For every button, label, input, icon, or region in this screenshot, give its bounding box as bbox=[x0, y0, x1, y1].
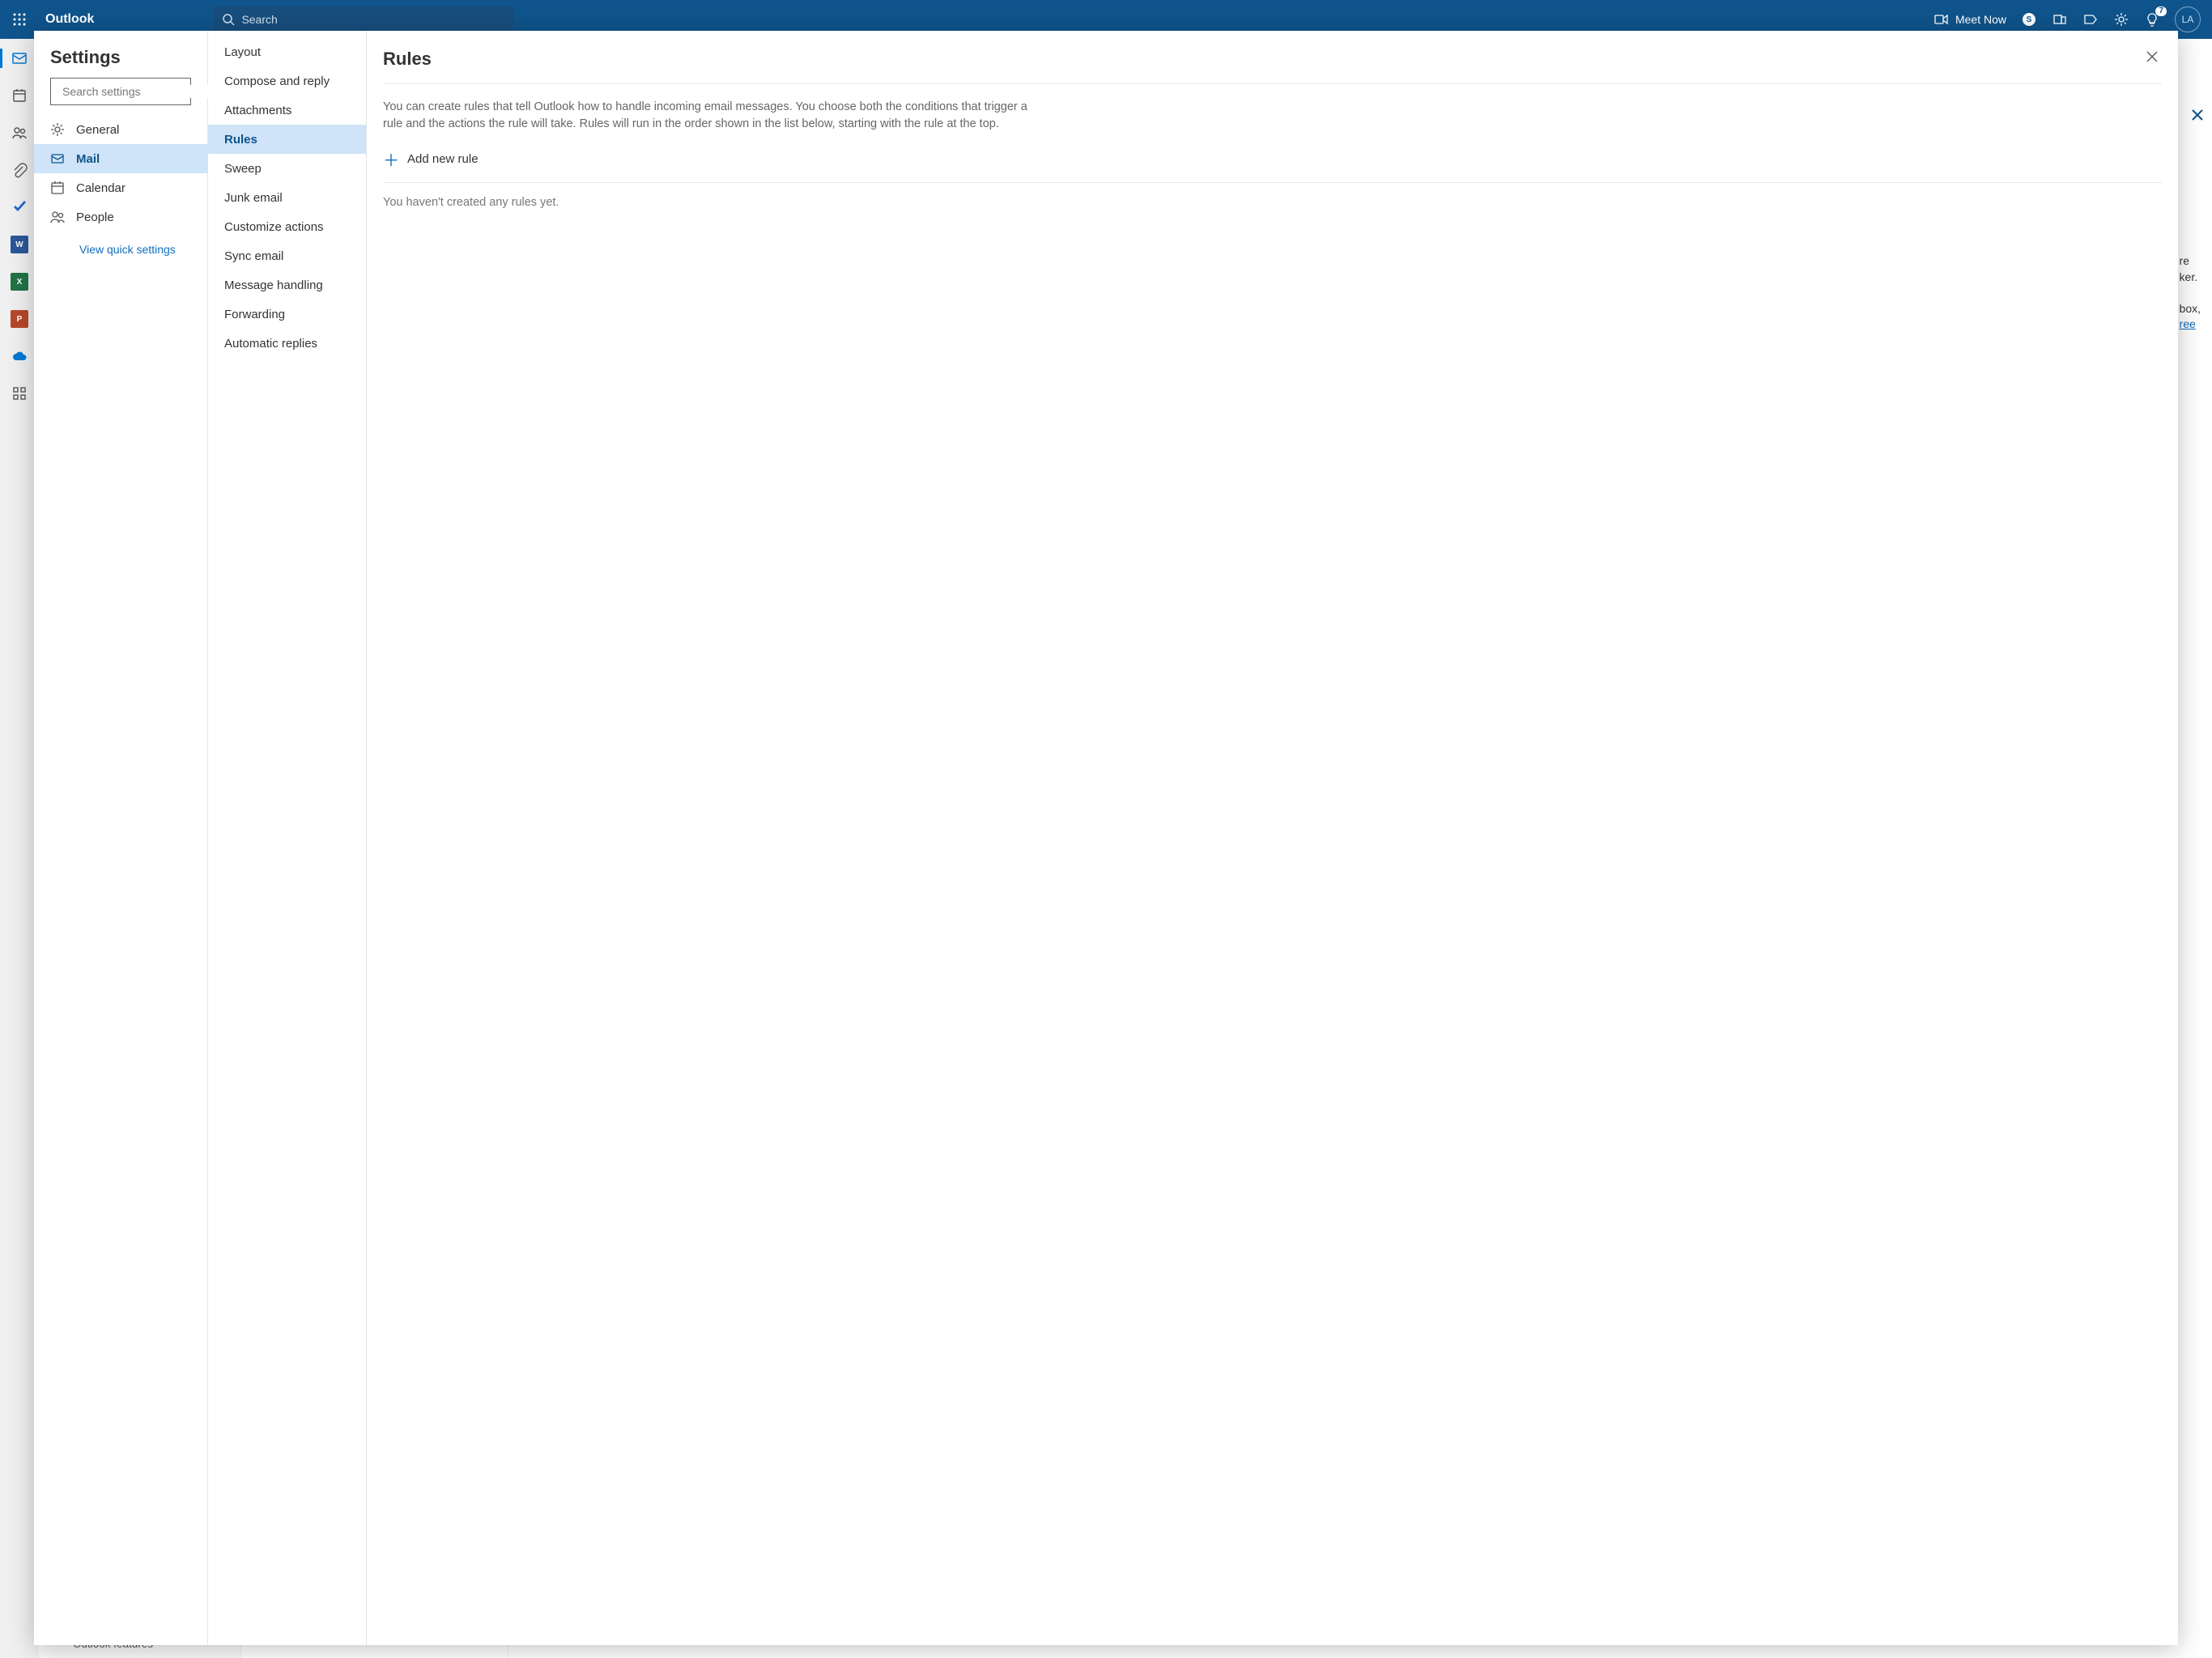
subnav-message-handling[interactable]: Message handling bbox=[208, 270, 366, 300]
skype-icon: S bbox=[2022, 12, 2036, 27]
background-close-button[interactable] bbox=[2191, 108, 2204, 125]
subnav-sweep[interactable]: Sweep bbox=[208, 154, 366, 183]
subnav-layout[interactable]: Layout bbox=[208, 37, 366, 66]
svg-text:S: S bbox=[2027, 15, 2032, 24]
category-people[interactable]: People bbox=[34, 202, 207, 232]
rail-mail[interactable] bbox=[6, 45, 32, 71]
gear-icon bbox=[50, 122, 65, 137]
global-search-input[interactable] bbox=[241, 13, 505, 26]
rail-word[interactable]: W bbox=[6, 232, 32, 257]
view-quick-settings-link[interactable]: View quick settings bbox=[34, 232, 207, 256]
app-launcher-button[interactable] bbox=[0, 13, 39, 26]
close-icon bbox=[2191, 108, 2204, 121]
excel-icon: X bbox=[11, 273, 28, 291]
check-icon bbox=[11, 199, 28, 215]
left-rail: W X P bbox=[0, 39, 39, 1658]
avatar[interactable]: LA bbox=[2175, 6, 2201, 32]
category-general[interactable]: General bbox=[34, 115, 207, 144]
powerpoint-icon: P bbox=[11, 310, 28, 328]
content-header: Rules bbox=[383, 31, 2162, 84]
mail-icon bbox=[11, 50, 28, 66]
settings-title: Settings bbox=[34, 31, 207, 78]
topbar-actions: Meet Now S 7 LA bbox=[1934, 6, 2212, 32]
rail-excel[interactable]: X bbox=[6, 269, 32, 295]
rail-calendar[interactable] bbox=[6, 83, 32, 108]
category-mail[interactable]: Mail bbox=[34, 144, 207, 173]
mail-icon bbox=[50, 151, 65, 166]
subnav-rules[interactable]: Rules bbox=[208, 125, 366, 154]
people-icon bbox=[11, 125, 28, 141]
rail-more-apps[interactable] bbox=[6, 380, 32, 406]
category-label: General bbox=[76, 123, 119, 137]
settings-panel: Settings General Mail Calendar bbox=[34, 31, 2178, 1645]
rail-people[interactable] bbox=[6, 120, 32, 146]
tag-icon bbox=[2083, 12, 2098, 27]
subnav-sync-email[interactable]: Sync email bbox=[208, 241, 366, 270]
waffle-icon bbox=[13, 13, 26, 26]
word-icon: W bbox=[11, 236, 28, 253]
settings-subnav-column: Layout Compose and reply Attachments Rul… bbox=[208, 31, 367, 1645]
settings-button[interactable] bbox=[2113, 11, 2129, 28]
teams-button[interactable] bbox=[2052, 11, 2068, 28]
skype-button[interactable]: S bbox=[2021, 11, 2037, 28]
avatar-initials: LA bbox=[2182, 14, 2194, 25]
settings-search-input[interactable] bbox=[62, 85, 209, 98]
rules-empty-state: You haven't created any rules yet. bbox=[383, 183, 2162, 222]
background-side-text: re ker. box, ree bbox=[2180, 253, 2201, 333]
video-icon bbox=[1934, 12, 1949, 27]
global-search[interactable] bbox=[214, 6, 513, 32]
subnav-customize-actions[interactable]: Customize actions bbox=[208, 212, 366, 241]
close-icon bbox=[2146, 50, 2159, 63]
notification-badge: 7 bbox=[2155, 6, 2167, 16]
plus-icon: ＋ bbox=[383, 147, 399, 171]
subnav-attachments[interactable]: Attachments bbox=[208, 96, 366, 125]
close-settings-button[interactable] bbox=[2142, 47, 2162, 70]
rail-todo[interactable] bbox=[6, 194, 32, 220]
category-calendar[interactable]: Calendar bbox=[34, 173, 207, 202]
teams-icon bbox=[2052, 12, 2067, 27]
notes-button[interactable] bbox=[2082, 11, 2099, 28]
category-label: Mail bbox=[76, 152, 100, 166]
calendar-icon bbox=[50, 181, 65, 195]
people-icon bbox=[50, 210, 65, 224]
add-new-rule-label: Add new rule bbox=[407, 152, 479, 166]
cloud-icon bbox=[11, 348, 28, 364]
rules-description: You can create rules that tell Outlook h… bbox=[383, 84, 1047, 144]
brand-label[interactable]: Outlook bbox=[39, 12, 100, 27]
calendar-icon bbox=[11, 87, 28, 104]
settings-content-pane: Rules You can create rules that tell Out… bbox=[367, 31, 2178, 1645]
rules-heading: Rules bbox=[383, 49, 432, 70]
category-label: People bbox=[76, 210, 114, 224]
category-label: Calendar bbox=[76, 181, 125, 195]
search-icon bbox=[222, 13, 235, 26]
settings-search[interactable] bbox=[50, 78, 191, 105]
grid-icon bbox=[12, 386, 27, 401]
attachment-icon bbox=[11, 162, 28, 178]
rail-onedrive[interactable] bbox=[6, 343, 32, 369]
meet-now-button[interactable]: Meet Now bbox=[1934, 12, 2006, 27]
subnav-automatic-replies[interactable]: Automatic replies bbox=[208, 329, 366, 358]
subnav-junk-email[interactable]: Junk email bbox=[208, 183, 366, 212]
meet-now-label: Meet Now bbox=[1955, 13, 2006, 26]
gear-icon bbox=[2114, 12, 2129, 27]
rail-powerpoint[interactable]: P bbox=[6, 306, 32, 332]
rail-files[interactable] bbox=[6, 157, 32, 183]
subnav-forwarding[interactable]: Forwarding bbox=[208, 300, 366, 329]
add-new-rule-button[interactable]: ＋ Add new rule bbox=[383, 144, 2162, 183]
subnav-compose-reply[interactable]: Compose and reply bbox=[208, 66, 366, 96]
settings-categories-column: Settings General Mail Calendar bbox=[34, 31, 208, 1645]
tips-button[interactable]: 7 bbox=[2144, 11, 2160, 28]
